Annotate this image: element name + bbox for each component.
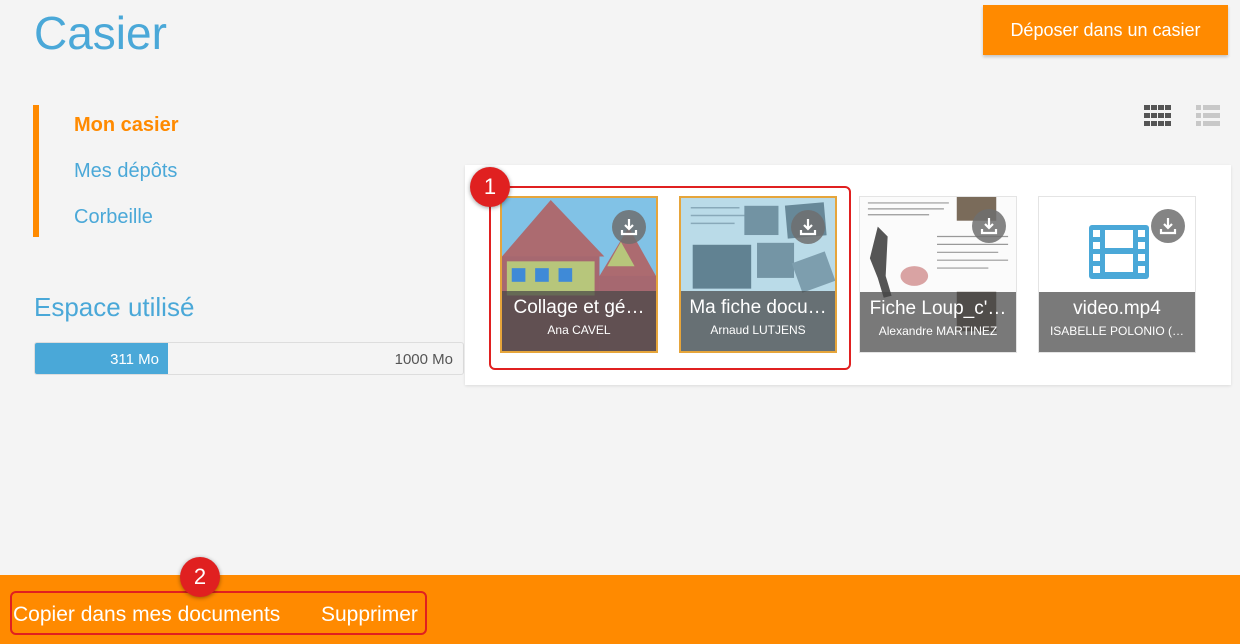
- storage-bar: 311 Mo 1000 Mo: [34, 342, 464, 375]
- annotation-box-actions: [10, 591, 427, 635]
- page-title: Casier: [34, 7, 167, 59]
- nav-item-corbeille[interactable]: Corbeille: [74, 206, 153, 229]
- annotation-marker-2: 2: [180, 557, 220, 597]
- storage-title: Espace utilisé: [34, 292, 195, 322]
- download-icon[interactable]: [972, 209, 1006, 243]
- annotation-box-selection: [489, 186, 851, 370]
- file-caption: Fiche Loup_c'… Alexandre MARTINEZ: [860, 292, 1016, 352]
- nav-item-mes-depots[interactable]: Mes dépôts: [74, 160, 177, 183]
- storage-total-label: 1000 Mo: [394, 351, 453, 368]
- file-name: Fiche Loup_c'…: [869, 298, 1007, 319]
- grid-view-icon[interactable]: [1144, 105, 1172, 127]
- file-name: video.mp4: [1073, 298, 1161, 319]
- file-author: ISABELLE POLONIO (…: [1049, 324, 1185, 338]
- file-tile[interactable]: Fiche Loup_c'… Alexandre MARTINEZ: [859, 196, 1017, 353]
- deposit-button[interactable]: Déposer dans un casier: [983, 5, 1228, 55]
- nav-item-mon-casier[interactable]: Mon casier: [74, 114, 178, 137]
- storage-used-label: 311 Mo: [110, 351, 159, 368]
- list-view-icon[interactable]: [1196, 105, 1220, 127]
- file-tile[interactable]: video.mp4 ISABELLE POLONIO (…: [1038, 196, 1196, 353]
- file-caption: video.mp4 ISABELLE POLONIO (…: [1039, 292, 1195, 352]
- sidebar-nav: Mon casier Mes dépôts Corbeille: [33, 105, 233, 237]
- file-author: Alexandre MARTINEZ: [878, 324, 998, 338]
- download-icon[interactable]: [1151, 209, 1185, 243]
- annotation-marker-1: 1: [470, 167, 510, 207]
